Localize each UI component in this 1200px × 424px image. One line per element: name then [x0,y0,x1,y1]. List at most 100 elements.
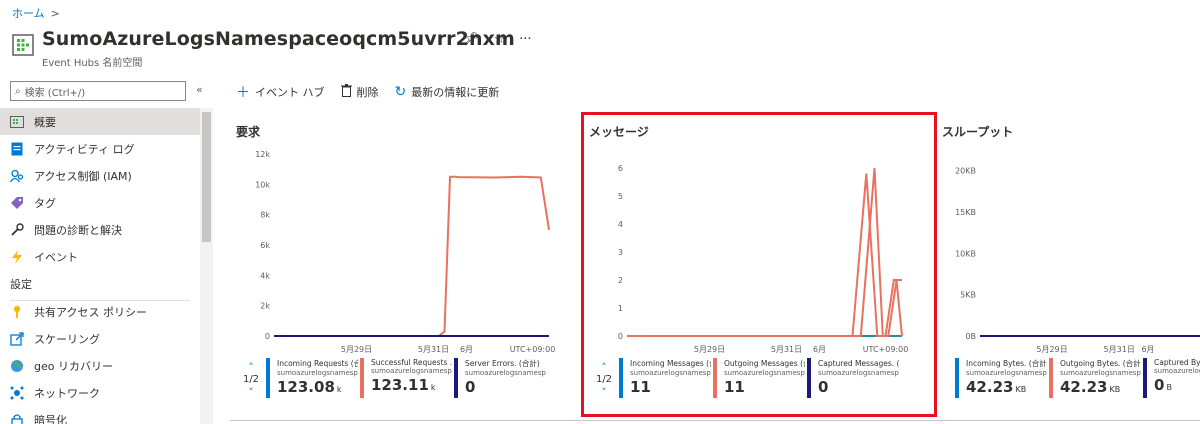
chart-title-requests: 要求 [236,125,261,139]
refresh-label: 最新の情報に更新 [411,86,500,99]
refresh-button[interactable]: ↻ 最新の情報に更新 [395,84,500,100]
command-bar: ＋ イベント ハブ 削除 ↻ 最新の情報に更新 [236,82,499,102]
event-hubs-icon [12,34,34,56]
lock-icon [10,413,24,424]
page-title: SumoAzureLogsNamespaceoqcm5uvrr2nxm [42,28,515,50]
delete-label: 削除 [356,86,379,99]
legend-pager-messages[interactable]: ˄ 1/2 ˅ [594,362,614,398]
sidebar-item-label: 問題の診断と解決 [34,223,122,237]
legend-metric-name: Server Errors. (合計) [465,359,540,368]
legend-item[interactable]: Incoming Bytes. (合計)sumoazurelogsnamespa… [955,358,1047,398]
x-tick-label: 5月29日 [341,345,372,354]
legend-item[interactable]: Captured Messages. (合計)sumoazurelogsname… [807,358,899,398]
delete-button[interactable]: 削除 [340,83,379,101]
sidebar-scrollbar-thumb[interactable] [202,112,211,242]
legend-item[interactable]: Outgoing Bytes. (合計)sumoazurelogsnamespa… [1049,358,1141,398]
star-icon[interactable]: ☆ [494,32,506,47]
chevron-up-icon[interactable]: ˄ [248,362,254,373]
sidebar-item-label: 概要 [34,115,56,129]
sidebar-item-label: 暗号化 [34,413,67,424]
x-tick-label: 6月 [1141,345,1154,354]
legend-value: 11 [630,378,651,396]
sidebar-item-geo-recovery[interactable]: geo リカバリー [0,352,200,379]
sidebar-item-events[interactable]: イベント [0,243,200,270]
legend-item[interactable]: Server Errors. (合計)sumoazurelogsnamespa.… [454,358,546,398]
legend-item[interactable]: Successful Requests ... sumoazurelogsname… [360,358,452,398]
legend-pager-requests[interactable]: ˄ 1/2 ˅ [241,362,261,398]
legend-metric-name: Successful Requests ... [371,358,452,367]
sidebar-divider [10,300,190,301]
globe-icon [10,359,24,373]
legend-value: 0B [1154,376,1172,394]
chevron-down-icon[interactable]: ˅ [601,387,607,398]
x-tick-label: 5月31日 [418,345,449,354]
legend-page-number: 1/2 [595,374,613,385]
legend-item[interactable]: Captured Bytessumoazurelogsnam...0B [1143,358,1200,398]
y-tick-label: 8k [260,211,270,220]
overview-icon [10,115,24,129]
legend-value: 0 [465,378,476,396]
search-input[interactable]: ⌕ 検索 (Ctrl+/) [10,81,186,101]
sidebar-item-activity-log[interactable]: アクティビティ ログ [0,135,200,162]
sidebar-item-label: イベント [34,250,78,264]
collapse-sidebar-button[interactable]: « [196,83,203,96]
y-tick-label: 2k [260,302,270,311]
legend-value: 11 [724,378,745,396]
x-tick-label: 6月 [460,345,473,354]
legend-resource-name: sumoazurelogsnamespa... [371,367,452,375]
legend-unit: B [1166,383,1172,392]
legend-value: 123.11 k [371,376,436,394]
sidebar-item-label: スケーリング [34,332,100,346]
chevron-up-icon[interactable]: ˄ [601,362,607,373]
sidebar-item-encryption[interactable]: 暗号化 [0,406,200,424]
chevron-down-icon[interactable]: ˅ [248,387,254,398]
legend-metric-name: Captured Bytes [1154,358,1200,367]
y-tick-label: 0B [965,332,976,341]
x-tick-label: UTC+09:00 [510,345,556,354]
throughput-legend: Incoming Bytes. (合計)sumoazurelogsnamespa… [955,358,1200,398]
sidebar-item-label: タグ [34,196,56,210]
throughput-chart: 0B 5KB 10KB 15KB 20KB 5月29日 5月31日 6月 [955,167,1200,354]
more-icon[interactable]: ··· [519,32,531,47]
sidebar-item-shared-access[interactable]: 共有アクセス ポリシー [0,298,200,325]
wrench-icon [10,222,24,237]
legend-value: 42.23 KB [966,378,1027,396]
legend-unit: k [430,383,436,392]
pin-icon[interactable]: 📌︎ [463,32,480,47]
search-placeholder: 検索 (Ctrl+/) [24,87,86,99]
page-subtitle: Event Hubs 名前空間 [42,58,143,69]
x-tick-label: 5月29日 [1036,345,1067,354]
y-tick-label: 5KB [960,291,976,300]
sidebar-item-label: ネットワーク [34,386,100,400]
add-event-hub-button[interactable]: ＋ イベント ハブ [236,82,325,102]
portal-page: ホーム > SumoAzureLogsNamespaceoqcm5uvrr2nx… [0,0,1200,424]
sidebar-item-label: 共有アクセス ポリシー [34,305,147,319]
iam-icon [10,169,24,183]
series-line [274,175,550,337]
legend-item[interactable]: Incoming Requests (合計)sumoazurelogsnames… [266,358,358,398]
requests-chart: 0 2k 4k 6k 8k 10k 12k 5月29日 5月31日 6月 UTC+09:00 [255,150,556,354]
refresh-icon: ↻ [394,84,407,100]
sidebar-item-scaling[interactable]: スケーリング [0,325,200,352]
y-tick-label: 6k [260,241,270,250]
legend-unit: KB [1109,385,1121,394]
requests-legend: Incoming Requests (合計)sumoazurelogsnames… [266,358,548,398]
lightning-icon [10,249,24,264]
sidebar-item-tags[interactable]: タグ [0,189,200,216]
sidebar-item-network[interactable]: ネットワーク [0,379,200,406]
key-icon [10,305,24,319]
y-tick-label: 10k [255,180,270,189]
legend-unit: k [336,385,342,394]
legend-resource-name: sumoazurelogsnamespa... [966,369,1047,377]
legend-resource-name: sumoazurelogsnamespa... [724,369,805,377]
network-icon [10,386,24,400]
tag-icon [10,196,24,210]
activity-log-icon [10,142,24,156]
sidebar-item-diagnose[interactable]: 問題の診断と解決 [0,216,200,243]
legend-item[interactable]: Outgoing Messages (合計)sumoazurelogsnames… [713,358,805,398]
breadcrumb-home-link[interactable]: ホーム [12,5,45,21]
sidebar-item-iam[interactable]: アクセス制御 (IAM) [0,162,200,189]
legend-metric-name: Outgoing Bytes. (合計) [1060,359,1141,368]
sidebar-item-overview[interactable]: 概要 [0,108,200,135]
legend-item[interactable]: Incoming Messages (合計)sumoazurelogsnames… [619,358,711,398]
